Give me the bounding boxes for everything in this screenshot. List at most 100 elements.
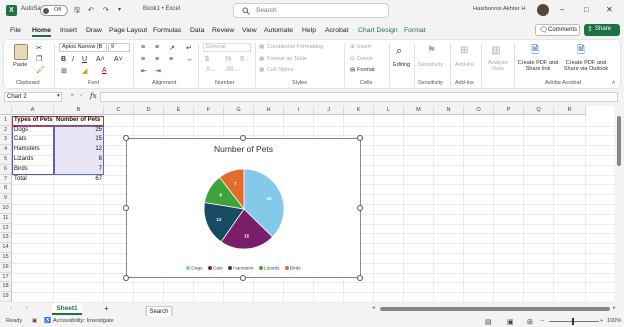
cell-styles-button[interactable]: Cell Styles [267, 67, 293, 73]
row-header[interactable]: 12 [0, 223, 12, 234]
table-cell[interactable]: Dogs [12, 126, 54, 135]
tab-format[interactable]: Format [404, 27, 426, 34]
column-header[interactable]: D [134, 106, 164, 115]
column-header[interactable]: A [12, 106, 54, 115]
zoom-slider-thumb[interactable] [572, 318, 574, 325]
tab-view[interactable]: View [242, 27, 257, 34]
table-cell[interactable]: Lizards [12, 155, 54, 164]
resize-handle[interactable] [123, 205, 129, 211]
table-cell[interactable]: Birds [12, 165, 54, 174]
row-header[interactable]: 6 [0, 164, 12, 175]
tab-insert[interactable]: Insert [60, 27, 77, 34]
tab-home[interactable]: Home [32, 27, 51, 37]
table-cell[interactable]: Hamsters [12, 145, 54, 154]
column-header[interactable]: B [54, 106, 104, 115]
row-header[interactable]: 15 [0, 253, 12, 263]
paste-icon[interactable] [14, 44, 28, 60]
row-header[interactable]: 7 [0, 174, 12, 185]
shrink-font-icon[interactable]: A˅ [114, 56, 123, 63]
table-cell[interactable]: 25 [54, 126, 104, 135]
macro-record-icon[interactable]: ▣ [32, 318, 37, 324]
increase-decimal-icon[interactable]: .0→ [205, 67, 216, 73]
insert-cells-button[interactable]: Insert [357, 44, 371, 50]
name-box[interactable]: Chart 2 [4, 92, 62, 102]
row-header[interactable]: 4 [0, 145, 12, 155]
tab-draw[interactable]: Draw [86, 27, 102, 34]
column-header[interactable]: M [404, 106, 434, 115]
table-cell[interactable]: Cats [12, 135, 54, 144]
resize-handle[interactable] [123, 135, 129, 141]
page-layout-view-icon[interactable]: ▣ [507, 318, 514, 326]
format-cells-button[interactable]: Format [357, 67, 375, 73]
analyze-data-button[interactable]: Analyze Data [486, 60, 510, 72]
comments-button[interactable]: 🗨 Comments [535, 24, 580, 36]
conditional-formatting-button[interactable]: Conditional Formatting [267, 44, 323, 50]
zoom-slider[interactable] [549, 321, 599, 322]
table-cell[interactable]: 12 [54, 145, 104, 154]
column-header[interactable]: N [434, 106, 464, 115]
font-name-select[interactable]: Aptos Narrow (B [59, 43, 107, 52]
column-header[interactable]: L [374, 106, 404, 115]
font-size-select[interactable]: 9 [108, 43, 130, 52]
column-header[interactable]: Q [524, 106, 554, 115]
align-center-icon[interactable]: ≡ [155, 56, 159, 63]
page-break-view-icon[interactable]: ⊞ [527, 318, 533, 326]
merge-center-icon[interactable]: ↔ [186, 56, 193, 63]
worksheet-grid[interactable]: ABCDEFGHIJKLMNOPQR 1 2 3 4 5 6 7 8 9 10 11 12 13 14 15… [0, 106, 614, 303]
row-header[interactable]: 1 [0, 115, 12, 126]
tab-file[interactable]: File [10, 27, 21, 34]
align-top-icon[interactable]: ≡ [141, 44, 145, 51]
row-header[interactable]: 8 [0, 184, 12, 195]
underline-icon[interactable]: U [82, 56, 87, 63]
comma-style-icon[interactable]: 9 [240, 56, 244, 63]
format-painter-icon[interactable]: 🖌 [36, 66, 45, 74]
column-header[interactable]: P [494, 106, 524, 115]
avatar[interactable] [537, 4, 549, 16]
insert-function-icon[interactable]: fx [90, 92, 97, 100]
autosave-toggle[interactable]: Off [40, 5, 68, 16]
row-header[interactable]: 9 [0, 194, 12, 204]
resize-handle[interactable] [240, 135, 246, 141]
customize-quick-access-icon[interactable]: ▾ [118, 6, 121, 13]
orientation-icon[interactable]: ↗ [169, 44, 175, 52]
maximize-icon[interactable]: □ [584, 5, 589, 14]
table-cell[interactable]: 15 [54, 135, 104, 144]
tab-chart-design[interactable]: Chart Design [358, 27, 398, 34]
sensitivity-button[interactable]: Sensitivity [418, 62, 443, 68]
paste-label[interactable]: Paste [13, 62, 27, 68]
zoom-in-icon[interactable]: + [600, 318, 603, 324]
delete-cells-button[interactable]: Delete [357, 56, 373, 62]
table-header[interactable]: Number of Pets [54, 116, 104, 125]
column-header[interactable]: O [464, 106, 494, 115]
resize-handle[interactable] [357, 205, 363, 211]
align-right-icon[interactable]: ≡ [169, 56, 173, 63]
formula-input[interactable] [100, 92, 618, 102]
editing-button[interactable]: Editing [393, 62, 410, 68]
chart-legend[interactable]: Dogs Cats Hamsters Lizards Birds [127, 266, 360, 271]
tab-page-layout[interactable]: Page Layout [109, 27, 147, 34]
pie-chart[interactable]: Number of Pets 25 15 12 8 7 Dogs Cats Hamste… [126, 138, 361, 278]
font-color-icon[interactable]: A [102, 67, 107, 74]
select-all-corner[interactable] [0, 106, 12, 115]
column-header[interactable]: I [284, 106, 314, 115]
copy-icon[interactable]: ❐ [36, 55, 42, 63]
table-header[interactable]: Types of Pets [12, 116, 54, 125]
increase-indent-icon[interactable]: ⇥ [155, 67, 161, 75]
number-format-select[interactable]: General [203, 43, 251, 52]
close-icon[interactable]: ✕ [606, 5, 613, 14]
accounting-format-icon[interactable]: $ [205, 56, 209, 63]
scroll-left-icon[interactable]: ◂ [372, 305, 375, 311]
resize-handle[interactable] [123, 275, 129, 281]
scroll-right-icon[interactable]: ▸ [613, 305, 616, 311]
redo-icon[interactable]: ↷ [103, 6, 109, 14]
tab-help[interactable]: Help [302, 27, 316, 34]
column-header[interactable]: K [344, 106, 374, 115]
row-header[interactable]: 5 [0, 155, 12, 165]
cancel-entry-icon[interactable]: ✕ [70, 93, 75, 99]
resize-handle[interactable] [357, 135, 363, 141]
zoom-level[interactable]: 100% [607, 318, 621, 324]
add-sheet-button[interactable]: + [104, 304, 109, 313]
save-icon[interactable]: 🖫 [74, 6, 80, 17]
create-pdf-share-button[interactable]: Create PDF and Share link [516, 60, 560, 72]
user-name[interactable]: Hasibunnis Akhter H [473, 6, 526, 12]
